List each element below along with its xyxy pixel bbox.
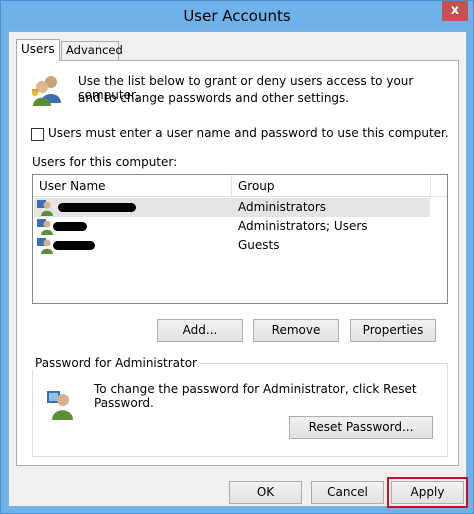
users-listview[interactable]: User Name Group Administrators Administr… — [32, 174, 448, 304]
close-button[interactable]: x — [442, 1, 468, 21]
column-header-group[interactable]: Group — [238, 179, 275, 193]
column-divider[interactable] — [430, 175, 431, 197]
title-bar[interactable]: User Accounts x — [1, 1, 473, 31]
column-header-user-name[interactable]: User Name — [39, 179, 106, 193]
ok-button[interactable]: OK — [229, 481, 302, 504]
require-login-checkbox[interactable] — [31, 128, 44, 141]
table-row[interactable]: Administrators; Users — [34, 217, 430, 236]
require-login-label[interactable]: Users must enter a user name and passwor… — [48, 126, 449, 140]
table-row[interactable]: Administrators — [34, 198, 430, 217]
intro-text-line-2: and to change passwords and other settin… — [78, 91, 350, 105]
redacted-user-name — [53, 222, 87, 231]
listview-header: User Name Group — [33, 175, 447, 197]
user-icon — [37, 200, 53, 216]
tab-advanced[interactable]: Advanced — [61, 41, 123, 61]
password-groupbox — [32, 363, 448, 457]
row-group-value: Administrators — [238, 200, 327, 214]
close-icon: x — [450, 3, 460, 18]
password-groupbox-title: Password for Administrator — [32, 356, 200, 370]
reset-password-button[interactable]: Reset Password... — [289, 416, 433, 439]
user-icon — [37, 238, 53, 254]
table-row[interactable]: Guests — [34, 236, 430, 255]
column-divider[interactable] — [231, 175, 232, 197]
properties-button[interactable]: Properties — [350, 319, 436, 342]
apply-button[interactable]: Apply — [387, 477, 468, 508]
cancel-button[interactable]: Cancel — [311, 481, 384, 504]
user-accounts-window: User Accounts x Users Advanced Use the l… — [0, 0, 474, 514]
redacted-user-name — [58, 203, 136, 212]
admin-user-icon — [47, 391, 73, 420]
user-icon — [37, 219, 53, 235]
add-user-button[interactable]: Add... — [157, 319, 243, 342]
row-group-value: Guests — [238, 238, 280, 252]
redacted-user-name — [53, 241, 95, 250]
reset-password-instructions: To change the password for Administrator… — [94, 382, 417, 410]
users-icon — [32, 76, 61, 106]
users-tab-panel: Use the list below to grant or deny user… — [16, 60, 459, 466]
users-list-label: Users for this computer: — [32, 155, 178, 169]
tab-users[interactable]: Users — [16, 39, 60, 61]
dialog-client-area: Users Advanced Use the list below to gra… — [8, 31, 468, 508]
row-group-value: Administrators; Users — [238, 219, 368, 233]
remove-user-button[interactable]: Remove — [253, 319, 339, 342]
window-title: User Accounts — [183, 7, 291, 25]
